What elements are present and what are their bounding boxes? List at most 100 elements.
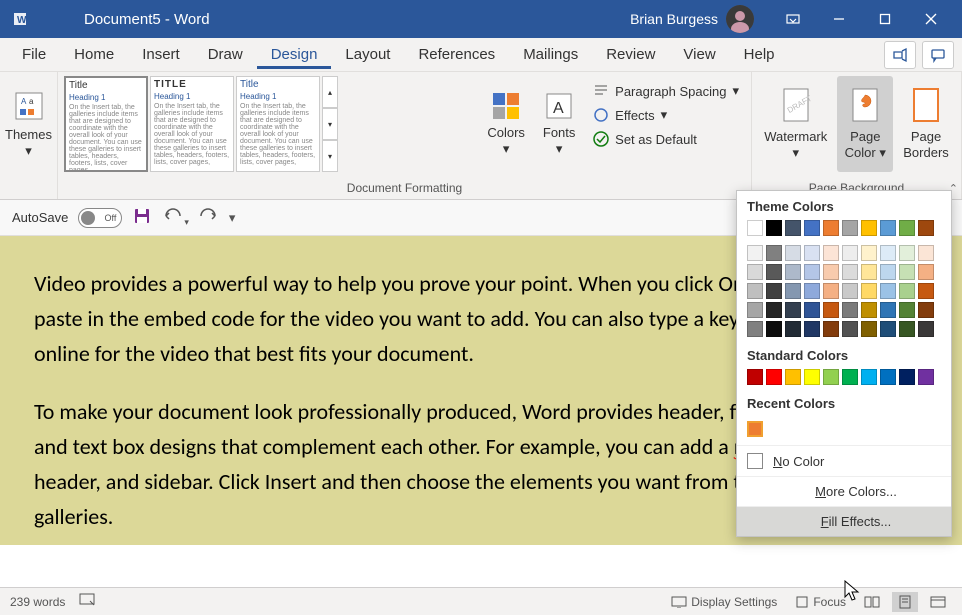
autosave-toggle[interactable]: Off: [78, 208, 122, 228]
style-set-3[interactable]: Title Heading 1 On the Insert tab, the g…: [236, 76, 320, 172]
color-swatch[interactable]: [766, 220, 782, 236]
color-swatch[interactable]: [785, 283, 801, 299]
share-button[interactable]: [884, 41, 916, 69]
color-swatch[interactable]: [823, 220, 839, 236]
color-swatch[interactable]: [785, 321, 801, 337]
color-swatch[interactable]: [918, 283, 934, 299]
user-name[interactable]: Brian Burgess: [630, 11, 718, 27]
no-color-item[interactable]: No Color: [737, 445, 951, 476]
tab-draw[interactable]: Draw: [194, 40, 257, 69]
color-swatch[interactable]: [823, 245, 839, 261]
color-swatch[interactable]: [880, 245, 896, 261]
color-swatch[interactable]: [918, 264, 934, 280]
fonts-button[interactable]: A Fonts▾: [535, 76, 583, 172]
color-swatch[interactable]: [747, 245, 763, 261]
color-swatch[interactable]: [880, 283, 896, 299]
color-swatch[interactable]: [880, 321, 896, 337]
color-swatch[interactable]: [880, 369, 896, 385]
tab-insert[interactable]: Insert: [128, 40, 194, 69]
color-swatch[interactable]: [899, 220, 915, 236]
color-swatch[interactable]: [842, 264, 858, 280]
tab-review[interactable]: Review: [592, 40, 669, 69]
color-swatch[interactable]: [785, 245, 801, 261]
tab-view[interactable]: View: [669, 40, 729, 69]
color-swatch[interactable]: [861, 283, 877, 299]
color-swatch[interactable]: [804, 369, 820, 385]
color-swatch[interactable]: [785, 369, 801, 385]
color-swatch[interactable]: [766, 302, 782, 318]
tab-help[interactable]: Help: [730, 40, 789, 69]
color-swatch[interactable]: [861, 264, 877, 280]
color-swatch[interactable]: [766, 369, 782, 385]
fill-effects-item[interactable]: Fill Effects...: [737, 506, 951, 536]
undo-button[interactable]: ▾: [162, 207, 189, 228]
tab-layout[interactable]: Layout: [331, 40, 404, 69]
color-swatch[interactable]: [918, 220, 934, 236]
color-swatch[interactable]: [823, 369, 839, 385]
color-swatch[interactable]: [842, 220, 858, 236]
color-swatch[interactable]: [766, 245, 782, 261]
user-avatar[interactable]: [726, 5, 754, 33]
tab-file[interactable]: File: [8, 40, 60, 69]
color-swatch[interactable]: [785, 220, 801, 236]
print-layout-button[interactable]: [892, 592, 918, 612]
style-gallery[interactable]: Title Heading 1 On the Insert tab, the g…: [64, 76, 477, 172]
color-swatch[interactable]: [804, 245, 820, 261]
ribbon-mode-button[interactable]: [770, 0, 816, 38]
save-button[interactable]: [132, 206, 152, 229]
color-swatch[interactable]: [918, 302, 934, 318]
color-swatch[interactable]: [899, 264, 915, 280]
color-swatch[interactable]: [880, 302, 896, 318]
proofing-icon[interactable]: [79, 593, 97, 610]
page-color-button[interactable]: Page Color ▾: [837, 76, 893, 172]
focus-button[interactable]: Focus: [789, 592, 852, 612]
redo-button[interactable]: [199, 207, 219, 228]
more-colors-item[interactable]: More Colors...: [737, 476, 951, 506]
style-set-2[interactable]: TITLE Heading 1 On the Insert tab, the g…: [150, 76, 234, 172]
color-swatch[interactable]: [861, 369, 877, 385]
color-swatch[interactable]: [804, 283, 820, 299]
tab-mailings[interactable]: Mailings: [509, 40, 592, 69]
effects-button[interactable]: Effects ▾: [587, 104, 745, 126]
color-swatch[interactable]: [785, 264, 801, 280]
color-swatch[interactable]: [804, 220, 820, 236]
color-swatch[interactable]: [823, 283, 839, 299]
maximize-button[interactable]: [862, 0, 908, 38]
color-swatch[interactable]: [842, 321, 858, 337]
minimize-button[interactable]: [816, 0, 862, 38]
color-swatch[interactable]: [823, 302, 839, 318]
web-layout-button[interactable]: [924, 593, 952, 611]
color-swatch[interactable]: [842, 283, 858, 299]
color-swatch[interactable]: [861, 245, 877, 261]
color-swatch[interactable]: [880, 264, 896, 280]
color-swatch[interactable]: [747, 220, 763, 236]
color-swatch[interactable]: [747, 283, 763, 299]
color-swatch[interactable]: [899, 283, 915, 299]
color-swatch[interactable]: [918, 245, 934, 261]
color-swatch[interactable]: [842, 245, 858, 261]
color-swatch[interactable]: [766, 264, 782, 280]
tab-home[interactable]: Home: [60, 40, 128, 69]
gallery-scroll[interactable]: ▴▾▾: [322, 76, 338, 172]
color-swatch[interactable]: [899, 245, 915, 261]
color-swatch[interactable]: [785, 302, 801, 318]
style-set-1[interactable]: Title Heading 1 On the Insert tab, the g…: [64, 76, 148, 172]
color-swatch[interactable]: [918, 321, 934, 337]
colors-button[interactable]: Colors▾: [481, 76, 531, 172]
paragraph-spacing-button[interactable]: Paragraph Spacing ▾: [587, 80, 745, 102]
set-default-button[interactable]: Set as Default: [587, 128, 745, 150]
watermark-button[interactable]: DRAFT Watermark▾: [758, 76, 833, 172]
color-swatch[interactable]: [747, 369, 763, 385]
color-swatch[interactable]: [861, 220, 877, 236]
comments-button[interactable]: [922, 41, 954, 69]
color-swatch[interactable]: [747, 421, 763, 437]
color-swatch[interactable]: [861, 302, 877, 318]
tab-references[interactable]: References: [404, 40, 509, 69]
read-mode-button[interactable]: [858, 593, 886, 611]
display-settings-button[interactable]: Display Settings: [665, 592, 783, 612]
color-swatch[interactable]: [804, 321, 820, 337]
color-swatch[interactable]: [899, 302, 915, 318]
color-swatch[interactable]: [747, 264, 763, 280]
tab-design[interactable]: Design: [257, 40, 332, 69]
color-swatch[interactable]: [766, 283, 782, 299]
